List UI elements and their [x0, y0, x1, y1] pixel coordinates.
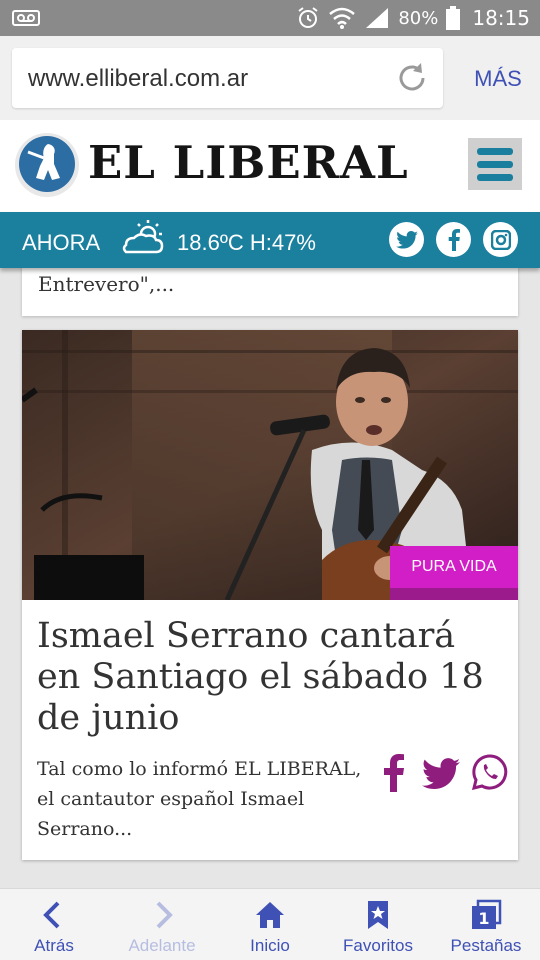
- wifi-icon: [329, 7, 356, 29]
- article-photo[interactable]: PURA VIDA: [22, 330, 518, 600]
- previous-article-excerpt[interactable]: Entrevero",...: [38, 272, 174, 296]
- site-header: EL LIBERAL: [0, 120, 540, 212]
- back-button[interactable]: Atrás: [0, 889, 108, 960]
- bookmarks-button[interactable]: Favoritos: [324, 889, 432, 960]
- home-button[interactable]: Inicio: [216, 889, 324, 960]
- home-label: Inicio: [250, 936, 290, 955]
- tabs-label: Pestañas: [450, 936, 522, 955]
- article-headline[interactable]: Ismael Serrano cantará en Santiago el sá…: [37, 616, 507, 739]
- facebook-link[interactable]: [436, 222, 471, 257]
- reload-icon[interactable]: [395, 61, 429, 95]
- article-card[interactable]: PURA VIDA Ismael Serrano cantará en Sant…: [22, 330, 518, 860]
- back-label: Atrás: [34, 936, 74, 955]
- site-logo[interactable]: EL LIBERAL: [88, 136, 409, 189]
- back-arrow-icon: [43, 901, 60, 929]
- previous-article-card[interactable]: Entrevero",...: [22, 268, 518, 316]
- facebook-share-icon[interactable]: [378, 754, 410, 792]
- forward-arrow-icon: [156, 901, 173, 929]
- forward-label: Adelante: [128, 936, 196, 955]
- section-badge[interactable]: PURA VIDA: [390, 546, 518, 600]
- address-bar[interactable]: www.elliberal.com.ar: [12, 48, 443, 108]
- weather-reading: 18.6ºC H:47%: [177, 230, 316, 255]
- signal-icon: [366, 8, 389, 28]
- twitter-share-icon[interactable]: [422, 758, 460, 790]
- menu-bar: [477, 173, 513, 181]
- weather-label: AHORA: [22, 230, 101, 255]
- url-text[interactable]: www.elliberal.com.ar: [28, 65, 248, 93]
- battery-percentage: 80%: [398, 7, 439, 29]
- more-button[interactable]: MÁS: [458, 66, 538, 92]
- weather-bar: AHORA 18.6ºC H:47%: [0, 212, 540, 268]
- battery-icon: [446, 6, 461, 30]
- article-summary[interactable]: Tal como lo informó EL LIBERAL, el canta…: [37, 754, 377, 844]
- menu-bar: [477, 160, 513, 168]
- home-icon: [256, 902, 284, 928]
- tabs-icon: 1: [472, 899, 502, 929]
- bookmark-icon: [368, 901, 388, 929]
- voicemail-icon: [12, 10, 40, 26]
- partly-cloudy-icon: [122, 220, 164, 254]
- browser-toolbar: www.elliberal.com.ar MÁS: [0, 36, 540, 120]
- tabs-button[interactable]: 1 Pestañas: [432, 889, 540, 960]
- alarm-icon: [298, 7, 318, 28]
- whatsapp-share-icon[interactable]: [472, 754, 508, 790]
- bookmarks-label: Favoritos: [343, 936, 413, 955]
- menu-bar: [477, 147, 513, 155]
- twitter-link[interactable]: [389, 222, 424, 257]
- logo-emblem-icon[interactable]: [14, 132, 80, 198]
- twitter-icon: [395, 230, 418, 249]
- browser-bottom-nav: Atrás Adelante Inicio Favoritos 1 Pestañ…: [0, 888, 540, 960]
- news-feed[interactable]: Entrevero",... PURA VIDA Ismael Serrano …: [0, 268, 540, 888]
- hamburger-menu-button[interactable]: [468, 138, 522, 190]
- forward-button[interactable]: Adelante: [108, 889, 216, 960]
- instagram-link[interactable]: [483, 222, 518, 257]
- clock: 18:15: [472, 6, 530, 30]
- facebook-icon: [448, 228, 460, 251]
- status-bar: 80% 18:15: [0, 0, 540, 36]
- tab-count: 1: [478, 909, 489, 928]
- instagram-icon: [490, 229, 511, 250]
